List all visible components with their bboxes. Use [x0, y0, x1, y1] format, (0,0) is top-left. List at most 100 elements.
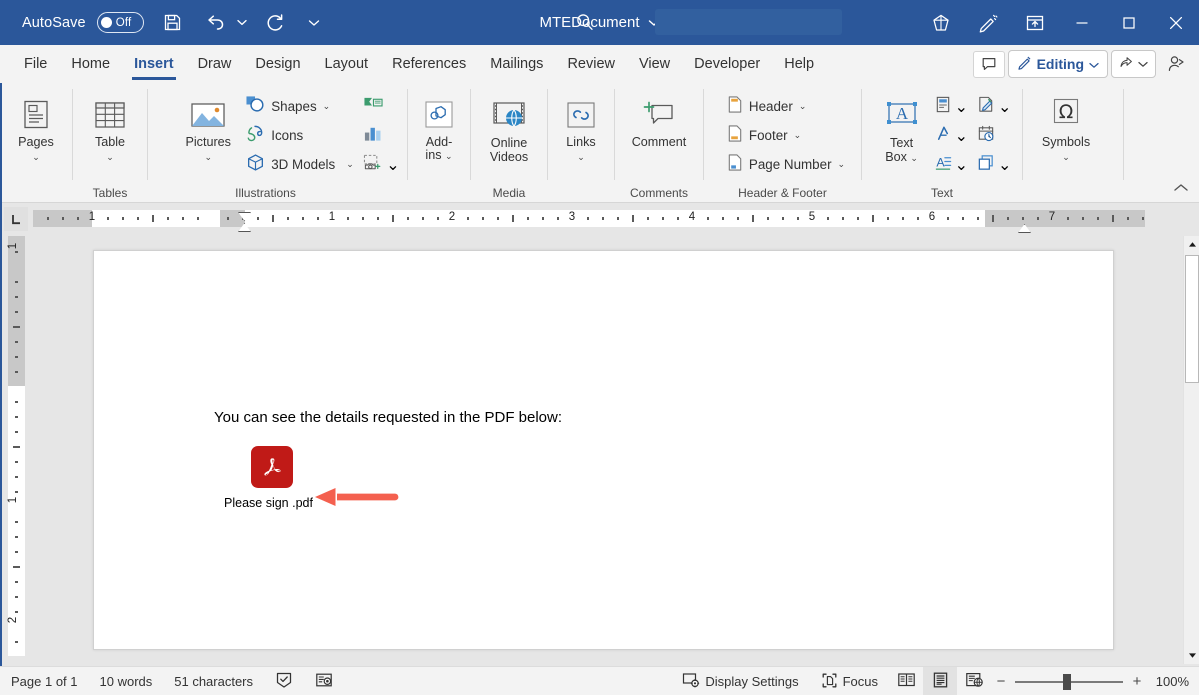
print-layout-button[interactable]: [923, 667, 957, 695]
tab-mailings[interactable]: Mailings: [478, 45, 555, 83]
header-button[interactable]: Header ⌄: [722, 92, 849, 121]
page-number-button[interactable]: Page Number ⌄: [722, 150, 849, 179]
footer-chevron-down-icon[interactable]: ⌄: [794, 130, 802, 141]
adobe-pdf-icon[interactable]: [251, 446, 293, 488]
wordart-chevron-down-icon[interactable]: ⌄: [955, 126, 968, 146]
quick-parts-button[interactable]: ⌄: [930, 92, 971, 121]
vertical-scrollbar[interactable]: [1183, 236, 1199, 664]
zoom-out-button[interactable]: −: [995, 673, 1007, 690]
shapes-button[interactable]: Shapes ⌄: [241, 92, 358, 121]
tab-references[interactable]: References: [380, 45, 478, 83]
text-box-chevron-down-icon[interactable]: ⌄: [910, 153, 918, 163]
search-input[interactable]: [655, 9, 842, 35]
symbols-button[interactable]: Ω Symbols ⌄: [1026, 91, 1106, 162]
zoom-slider[interactable]: [1015, 681, 1123, 683]
scrollbar-thumb[interactable]: [1185, 255, 1199, 383]
save-icon[interactable]: [157, 6, 189, 40]
drop-cap-chevron-down-icon[interactable]: ⌄: [955, 155, 968, 175]
hruler-num-1b: 1: [329, 211, 335, 223]
add-ins-button[interactable]: Add-ins ⌄: [410, 91, 468, 162]
page-indicator[interactable]: Page 1 of 1: [0, 667, 89, 695]
undo-icon[interactable]: [199, 6, 231, 40]
autosave-toggle[interactable]: Off: [97, 12, 144, 33]
tab-stop-selector[interactable]: [4, 207, 28, 231]
scroll-down-arrow-icon[interactable]: [1184, 647, 1199, 664]
header-chevron-down-icon[interactable]: ⌄: [799, 101, 807, 112]
add-ins-chevron-down-icon[interactable]: ⌄: [445, 151, 453, 161]
word-count[interactable]: 10 words: [89, 667, 164, 695]
proofing-errors-button[interactable]: [264, 667, 304, 695]
tab-file[interactable]: File: [12, 45, 59, 83]
date-time-button[interactable]: [973, 121, 1014, 150]
scroll-up-arrow-icon[interactable]: [1184, 236, 1199, 253]
comment-icon[interactable]: [973, 51, 1005, 78]
chart-button[interactable]: [359, 121, 402, 150]
wordart-button[interactable]: ⌄: [930, 121, 971, 150]
online-videos-button[interactable]: OnlineVideos: [474, 91, 544, 164]
smartart-button[interactable]: [359, 92, 402, 121]
tab-design[interactable]: Design: [243, 45, 312, 83]
tab-help[interactable]: Help: [772, 45, 826, 83]
search-icon[interactable]: [574, 11, 596, 38]
3d-models-button[interactable]: 3D Models ⌄: [241, 150, 358, 179]
tab-draw[interactable]: Draw: [186, 45, 244, 83]
comment-button[interactable]: Comment: [617, 91, 701, 150]
screenshot-chevron-down-icon[interactable]: ⌄: [386, 155, 399, 175]
document-paragraph[interactable]: You can see the details requested in the…: [214, 409, 562, 426]
text-box-button[interactable]: A TextBox ⌄: [874, 91, 930, 164]
table-button[interactable]: Table ⌄: [77, 91, 143, 162]
zoom-slider-thumb[interactable]: [1063, 674, 1071, 690]
share-person-icon[interactable]: [1159, 50, 1193, 78]
table-chevron-down-icon[interactable]: ⌄: [106, 152, 114, 162]
display-settings-button[interactable]: Display Settings: [671, 667, 809, 695]
customize-quick-access-toolbar-icon[interactable]: [305, 6, 323, 40]
screenshot-button[interactable]: ⌄: [359, 150, 402, 179]
tab-view[interactable]: View: [627, 45, 682, 83]
designer-pen-icon[interactable]: [964, 0, 1011, 45]
footer-button[interactable]: Footer ⌄: [722, 121, 849, 150]
tab-insert[interactable]: Insert: [122, 45, 186, 83]
document-page[interactable]: You can see the details requested in the…: [93, 250, 1114, 650]
zoom-in-button[interactable]: +: [1131, 673, 1143, 690]
web-layout-button[interactable]: [957, 667, 991, 695]
tab-developer[interactable]: Developer: [682, 45, 772, 83]
pages-chevron-down-icon[interactable]: ⌄: [32, 152, 40, 162]
horizontal-ruler[interactable]: 1 1 2 3 4 5 6 7: [33, 210, 1145, 227]
symbols-chevron-down-icon[interactable]: ⌄: [1062, 152, 1070, 162]
tab-review[interactable]: Review: [555, 45, 627, 83]
tab-layout[interactable]: Layout: [313, 45, 381, 83]
microsoft-365-icon[interactable]: [917, 0, 964, 45]
ribbon-display-options-icon[interactable]: [1011, 0, 1058, 45]
object-chevron-down-icon[interactable]: ⌄: [998, 155, 1011, 175]
signature-line-button[interactable]: ⌄: [973, 92, 1014, 121]
collapse-ribbon-chevron-up-icon[interactable]: [1171, 181, 1191, 200]
embedded-pdf-object[interactable]: Please sign .pdf: [224, 446, 313, 510]
quick-parts-chevron-down-icon[interactable]: ⌄: [955, 97, 968, 117]
close-icon[interactable]: [1152, 0, 1199, 45]
redo-icon[interactable]: [259, 6, 291, 40]
signature-line-chevron-down-icon[interactable]: ⌄: [998, 97, 1011, 117]
tab-home[interactable]: Home: [59, 45, 122, 83]
undo-dropdown-icon[interactable]: [233, 6, 251, 40]
accessibility-checker-button[interactable]: [304, 667, 344, 695]
drop-cap-button[interactable]: A ⌄: [930, 150, 971, 179]
links-button[interactable]: Links ⌄: [551, 91, 611, 162]
read-mode-button[interactable]: [889, 667, 923, 695]
vertical-ruler[interactable]: 1 1 2: [8, 236, 25, 656]
focus-mode-button[interactable]: Focus: [810, 667, 889, 695]
shapes-chevron-down-icon[interactable]: ⌄: [323, 101, 331, 112]
pictures-button[interactable]: Pictures ⌄: [177, 91, 239, 162]
3d-models-chevron-down-icon[interactable]: ⌄: [346, 159, 354, 170]
character-count[interactable]: 51 characters: [163, 667, 264, 695]
maximize-icon[interactable]: [1105, 0, 1152, 45]
object-button[interactable]: ⌄: [973, 150, 1014, 179]
share-button[interactable]: [1111, 50, 1156, 78]
zoom-level-label[interactable]: 100%: [1151, 674, 1189, 689]
page-number-chevron-down-icon[interactable]: ⌄: [838, 159, 846, 170]
icons-button[interactable]: Icons: [241, 121, 358, 150]
minimize-icon[interactable]: [1058, 0, 1105, 45]
pictures-chevron-down-icon[interactable]: ⌄: [204, 152, 212, 162]
editing-mode-button[interactable]: Editing: [1008, 50, 1108, 78]
links-chevron-down-icon[interactable]: ⌄: [577, 152, 585, 162]
pages-button[interactable]: Pages ⌄: [3, 91, 69, 162]
